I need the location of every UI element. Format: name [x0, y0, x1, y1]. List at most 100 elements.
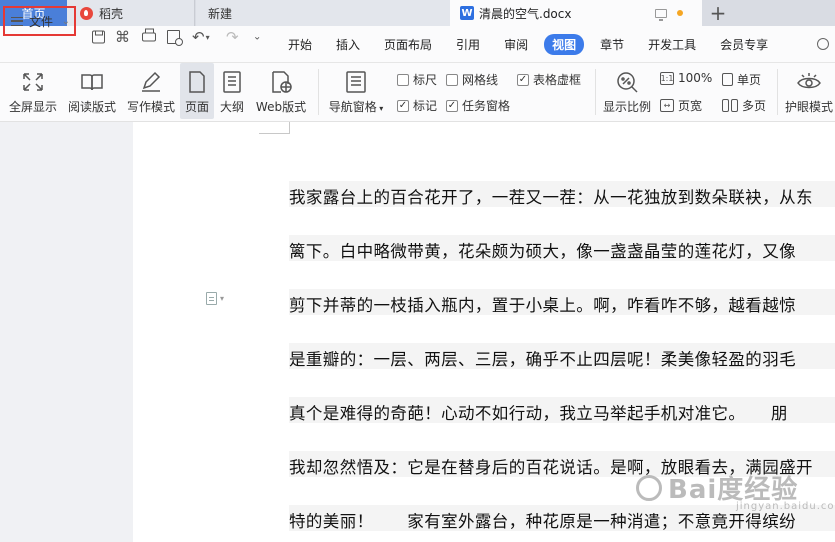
ruler-label: 标尺 [413, 73, 438, 87]
save-icon[interactable] [92, 30, 105, 44]
file-menu-label: 文件 [29, 14, 54, 29]
navigation-pane-icon [344, 71, 368, 93]
document-workspace: ▾ 我家露台上的百合花开了，一茬又一茬：从一花独放到数朵联袂，从东 篱下。白中略… [0, 122, 835, 542]
menu-tab-chapter[interactable]: 章节 [588, 36, 636, 53]
tab-docer[interactable]: 稻壳 [67, 0, 195, 26]
zoom-ratio-label: 显示比例 [602, 100, 651, 114]
multi-page-button[interactable]: 多页 [722, 97, 766, 114]
menu-tab-developer[interactable]: 开发工具 [636, 36, 708, 53]
fullscreen-icon [21, 71, 45, 93]
eye-protection-button[interactable]: 护眼模式 [783, 63, 835, 119]
tab-tools [655, 0, 683, 26]
menu-tab-view[interactable]: 视图 [544, 34, 585, 55]
zoom-ratio-button[interactable]: 显示比例 [601, 63, 653, 119]
customize-toolbar-chevron-icon[interactable]: ⌄ [253, 32, 261, 43]
zoom-100-label: 100% [678, 71, 713, 85]
gridlines-checkbox[interactable]: 网格线 [446, 71, 498, 88]
redo-icon[interactable]: ↷ [226, 28, 239, 46]
task-pane-checkbox[interactable]: ✓ 任务窗格 [446, 97, 510, 114]
gridlines-checkbox-box[interactable] [446, 73, 458, 86]
document-text-line[interactable]: 特的美丽！ 家有室外露台，种花原是一种消遣；不意竟开得缤纷 [289, 505, 835, 531]
page-width-label: 页宽 [678, 99, 703, 113]
tab-new-label: 新建 [208, 6, 233, 21]
page-icon [185, 71, 209, 93]
navigation-pane-label: 导航窗格 ▾ [328, 100, 384, 114]
document-text-line[interactable]: 篱下。白中略微带黄，花朵颇为硕大，像一盏盏晶莹的莲花灯，又像 [289, 235, 835, 261]
menu-tab-references[interactable]: 引用 [444, 36, 492, 53]
web-layout-icon [269, 71, 293, 93]
marks-checkbox[interactable]: ✓ 标记 [397, 97, 437, 114]
document-text-line[interactable]: 真个是难得的奇葩！心动不如行动，我立马举起手机对准它。 朋 [289, 397, 835, 423]
eye-icon [797, 71, 821, 93]
reading-mode-button[interactable]: 阅读版式 [65, 63, 119, 119]
page-corner-marker [259, 122, 290, 134]
page-view-button[interactable]: 页面 [180, 63, 214, 119]
multi-page-icon [722, 99, 738, 112]
marks-label: 标记 [413, 99, 438, 113]
print-preview-icon[interactable] [167, 30, 183, 46]
page-width-icon: ↔ [660, 99, 674, 112]
tab-docer-label: 稻壳 [99, 6, 124, 21]
docer-logo-icon [80, 6, 93, 20]
format-painter-icon[interactable]: ⌘ [115, 28, 130, 46]
menu-tab-insert[interactable]: 插入 [324, 36, 372, 53]
table-gridlines-checkbox-box[interactable]: ✓ [517, 73, 529, 86]
writing-mode-button[interactable]: 写作模式 [124, 63, 178, 119]
navigation-pane-button[interactable]: 导航窗格 ▾ [326, 63, 386, 119]
single-page-icon [722, 73, 733, 86]
single-page-button[interactable]: 单页 [722, 71, 761, 88]
zoom-100-button[interactable]: 1:1 100% [660, 71, 712, 85]
tab-new[interactable]: 新建 [196, 0, 450, 26]
task-pane-checkbox-box[interactable]: ✓ [446, 99, 458, 112]
tab-bar: 首页 稻壳 新建 W 清晨的空气.docx + [0, 0, 835, 26]
menu-tab-page-layout[interactable]: 页面布局 [372, 36, 444, 53]
table-gridlines-checkbox[interactable]: ✓ 表格虚框 [517, 71, 581, 88]
chevron-down-icon[interactable]: ⌄ [62, 16, 70, 27]
document-text-line[interactable]: 我家露台上的百合花开了，一茬又一茬：从一花独放到数朵联袂，从东 [289, 181, 835, 207]
document-text-line[interactable]: 是重瓣的：一层、两层、三层，确乎不止四层呢！柔美像轻盈的羽毛 [289, 343, 835, 369]
ruler-checkbox[interactable]: 标尺 [397, 71, 437, 88]
web-layout-label: Web版式 [255, 100, 307, 114]
tab-document-label: 清晨的空气.docx [479, 6, 572, 21]
task-pane-label: 任务窗格 [462, 99, 511, 113]
document-text-line[interactable]: 我却忽然悟及：它是在替身后的百花说话。是啊，放眼看去，满园盛开 [289, 451, 835, 477]
writer-doc-icon: W [460, 6, 474, 20]
fullscreen-button[interactable]: 全屏显示 [6, 63, 60, 119]
marks-checkbox-box[interactable]: ✓ [397, 99, 409, 112]
outline-view-label: 大纲 [219, 100, 244, 114]
monitor-icon[interactable] [655, 8, 667, 21]
single-page-label: 单页 [737, 73, 762, 87]
ruler-checkbox-box[interactable] [397, 73, 409, 86]
ribbon-separator [595, 69, 596, 115]
unsaved-dot-icon [677, 10, 683, 16]
fullscreen-label: 全屏显示 [8, 100, 57, 114]
paragraph-layout-icon[interactable]: ▾ [206, 292, 224, 305]
new-tab-plus-icon[interactable]: + [702, 0, 734, 26]
outline-view-button[interactable]: 大纲 [216, 63, 248, 119]
writing-mode-label: 写作模式 [126, 100, 175, 114]
file-menu-button[interactable]: 文件 ⌄ [3, 6, 76, 36]
undo-icon[interactable]: ↶ ▾ [192, 28, 210, 46]
ribbon-separator [777, 69, 778, 115]
open-book-icon [80, 71, 104, 93]
hamburger-icon [11, 16, 23, 26]
outline-icon [220, 71, 244, 93]
view-ribbon: 全屏显示 阅读版式 写作模式 页面 大纲 Web版式 导航窗格 ▾ 标尺 网格线… [0, 63, 835, 122]
gridlines-label: 网格线 [462, 73, 499, 87]
page-width-button[interactable]: ↔ 页宽 [660, 97, 702, 114]
one-to-one-icon: 1:1 [660, 71, 674, 85]
menu-tab-start[interactable]: 开始 [276, 36, 324, 53]
multi-page-label: 多页 [742, 99, 767, 113]
zoom-percent-icon [615, 71, 639, 93]
menu-tab-review[interactable]: 审阅 [492, 36, 540, 53]
menu-tab-member[interactable]: 会员专享 [708, 36, 780, 53]
page-view-label: 页面 [184, 100, 209, 114]
print-icon[interactable] [142, 28, 156, 42]
web-layout-button[interactable]: Web版式 [252, 63, 310, 119]
document-text-line[interactable]: 剪下并蒂的一枝插入瓶内，置于小桌上。啊，咋看咋不够，越看越惊 [289, 289, 835, 315]
eye-protection-label: 护眼模式 [785, 100, 834, 114]
table-gridlines-label: 表格虚框 [533, 73, 582, 87]
reading-mode-label: 阅读版式 [67, 100, 116, 114]
search-icon[interactable] [817, 38, 829, 50]
pen-icon [139, 71, 163, 93]
